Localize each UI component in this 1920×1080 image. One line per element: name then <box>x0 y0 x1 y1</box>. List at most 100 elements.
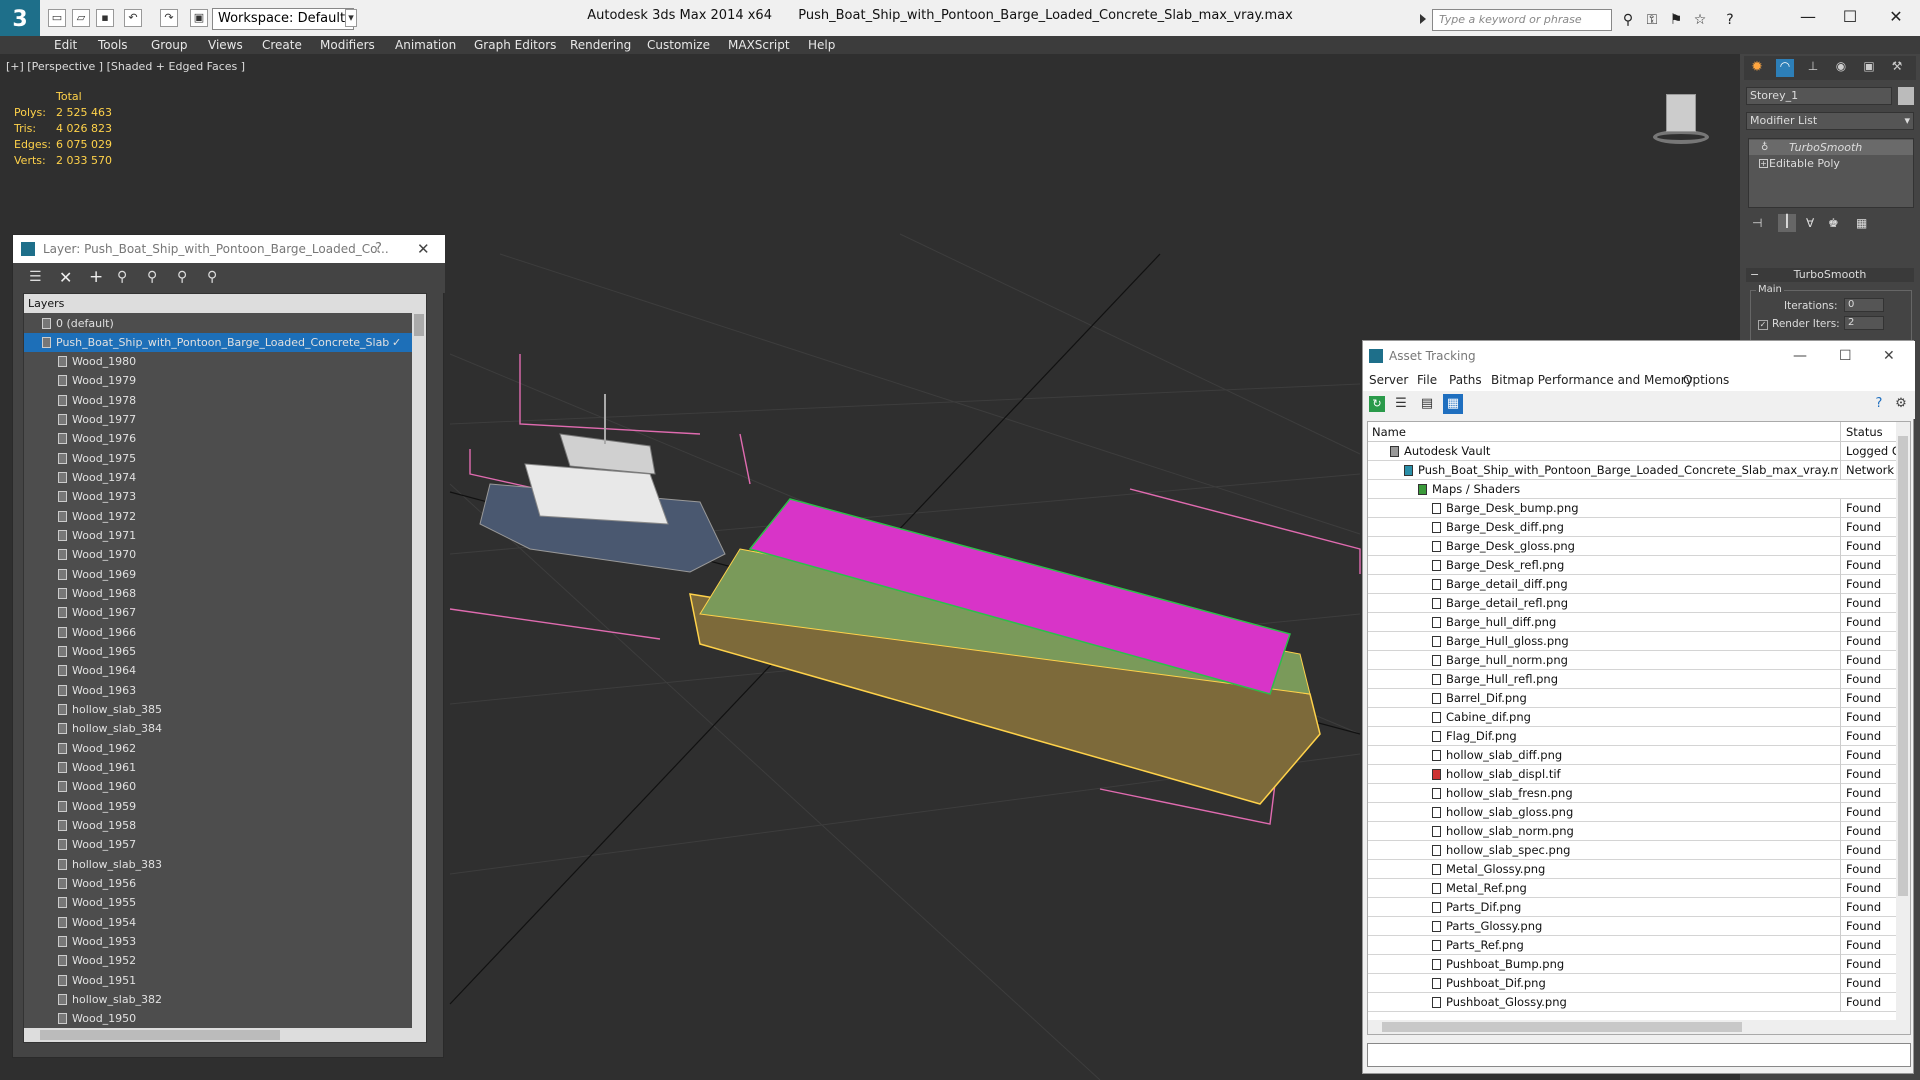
highlight-layer-icon[interactable]: ⚲ <box>147 269 157 285</box>
menu-rendering[interactable]: Rendering <box>570 36 631 54</box>
asset-file-row[interactable]: Metal_Ref.png Found <box>1368 879 1896 898</box>
menu-help[interactable]: Help <box>808 36 835 54</box>
asset-file-row[interactable]: Barge_hull_norm.png Found <box>1368 651 1896 670</box>
display-tab-icon[interactable]: ▣ <box>1860 59 1878 77</box>
asset-file-row[interactable]: Barge_Hull_refl.png Found <box>1368 670 1896 689</box>
list-view-icon[interactable]: ☰ <box>1393 396 1409 412</box>
table-view-icon[interactable]: ▦ <box>1443 394 1463 414</box>
render-iters-spinner[interactable]: 2 <box>1844 316 1884 330</box>
stack-item-editable-poly[interactable]: Editable Poly <box>1749 156 1913 171</box>
app-logo-icon[interactable]: 3 <box>0 0 40 40</box>
asset-file-row[interactable]: Barge_Desk_gloss.png Found <box>1368 537 1896 556</box>
layer-child-row[interactable]: Wood_1964 <box>24 661 412 680</box>
layer-child-row[interactable]: Wood_1963 <box>24 681 412 700</box>
menu-tools[interactable]: Tools <box>98 36 128 54</box>
layer-child-row[interactable]: Wood_1962 <box>24 739 412 758</box>
rollout-turbosmooth-header[interactable]: − TurboSmooth <box>1746 268 1914 282</box>
expand-plus-icon[interactable]: + <box>1759 159 1768 168</box>
layer-child-row[interactable]: Wood_1955 <box>24 893 412 912</box>
remove-modifier-icon[interactable]: ♚ <box>1828 216 1839 230</box>
layer-child-row[interactable]: Wood_1979 <box>24 371 412 390</box>
undo-icon[interactable]: ↶ <box>124 9 142 27</box>
asset-file-row[interactable]: Flag_Dif.png Found <box>1368 727 1896 746</box>
hide-all-icon[interactable]: ⚲ <box>177 269 187 285</box>
asset-file-row[interactable]: hollow_slab_displ.tif Found <box>1368 765 1896 784</box>
layer-child-row[interactable]: Wood_1957 <box>24 835 412 854</box>
asset-menu-server[interactable]: Server <box>1369 373 1408 387</box>
project-folder-icon[interactable]: ▣ <box>190 9 208 27</box>
asset-window-title[interactable]: Asset Tracking — ☐ ✕ <box>1363 341 1915 371</box>
layer-child-row[interactable]: Wood_1951 <box>24 971 412 990</box>
menu-views[interactable]: Views <box>208 36 243 54</box>
h-scrollbar-thumb[interactable] <box>40 1030 280 1040</box>
asset-menu-options[interactable]: Options <box>1683 373 1729 387</box>
binoculars-icon[interactable]: ⚲ <box>1618 10 1638 30</box>
asset-file-row[interactable]: Barge_Hull_gloss.png Found <box>1368 632 1896 651</box>
layer-child-row[interactable]: Wood_1966 <box>24 623 412 642</box>
utilities-tab-icon[interactable]: ⚒ <box>1888 59 1906 77</box>
layer-child-row[interactable]: Wood_1956 <box>24 874 412 893</box>
close-icon[interactable]: ✕ <box>417 235 430 263</box>
menu-customize[interactable]: Customize <box>647 36 710 54</box>
open-file-icon[interactable]: ▱ <box>72 9 90 27</box>
pin-stack-icon[interactable]: ⊣ <box>1752 216 1762 230</box>
asset-path-field[interactable] <box>1367 1043 1911 1067</box>
layer-child-row[interactable]: Wood_1960 <box>24 777 412 796</box>
asset-file-row[interactable]: Parts_Glossy.png Found <box>1368 917 1896 936</box>
asset-file-row[interactable]: hollow_slab_diff.png Found <box>1368 746 1896 765</box>
asset-file-row[interactable]: Pushboat_Bump.png Found <box>1368 955 1896 974</box>
layer-child-row[interactable]: hollow_slab_385 <box>24 700 412 719</box>
layer-child-row[interactable]: Wood_1975 <box>24 449 412 468</box>
minimize-icon[interactable]: — <box>1793 341 1807 371</box>
layer-child-row[interactable]: Wood_1958 <box>24 816 412 835</box>
asset-file-row[interactable]: hollow_slab_spec.png Found <box>1368 841 1896 860</box>
menu-graph-editors[interactable]: Graph Editors <box>474 36 556 54</box>
layer-child-row[interactable]: hollow_slab_382 <box>24 990 412 1009</box>
layer-window-title[interactable]: Layer: Push_Boat_Ship_with_Pontoon_Barge… <box>13 235 445 263</box>
show-end-result-icon[interactable]: ┃ <box>1778 214 1796 232</box>
layer-child-row[interactable]: Wood_1978 <box>24 391 412 410</box>
close-icon[interactable]: ✕ <box>1876 4 1916 30</box>
menu-animation[interactable]: Animation <box>395 36 456 54</box>
lightbulb-icon[interactable]: ♁ <box>1761 142 1768 153</box>
motion-tab-icon[interactable]: ◉ <box>1832 59 1850 77</box>
help-icon[interactable]: ? <box>1871 396 1887 412</box>
communication-icon[interactable]: ⚑ <box>1666 10 1686 30</box>
layer-child-row[interactable]: Wood_1973 <box>24 487 412 506</box>
vertical-scrollbar[interactable] <box>412 294 426 1042</box>
star-icon[interactable]: ☆ <box>1690 10 1710 30</box>
layer-selected-row[interactable]: Push_Boat_Ship_with_Pontoon_Barge_Loaded… <box>24 333 412 352</box>
create-layer-icon[interactable]: ☰ <box>29 269 42 285</box>
scrollbar-thumb[interactable] <box>414 314 424 336</box>
active-layer-check-icon[interactable]: ✓ <box>392 333 401 352</box>
layer-child-row[interactable]: Wood_1968 <box>24 584 412 603</box>
create-tab-icon[interactable]: ✹ <box>1748 59 1766 77</box>
layer-child-row[interactable]: Wood_1967 <box>24 603 412 622</box>
layer-list[interactable]: Layers 0 (default) Push_Boat_Ship_with_Po… <box>23 293 427 1043</box>
hierarchy-tab-icon[interactable]: ⊥ <box>1804 59 1822 77</box>
asset-file-row[interactable]: Barge_Desk_bump.png Found <box>1368 499 1896 518</box>
key-icon[interactable]: ⚿ <box>1642 10 1662 30</box>
layer-child-row[interactable]: Wood_1953 <box>24 932 412 951</box>
configure-sets-icon[interactable]: ▦ <box>1856 216 1867 230</box>
asset-menu-file[interactable]: File <box>1417 373 1437 387</box>
horizontal-scrollbar[interactable] <box>24 1028 412 1042</box>
asset-file-row[interactable]: Barge_hull_diff.png Found <box>1368 613 1896 632</box>
layer-child-row[interactable]: Wood_1954 <box>24 913 412 932</box>
layers-column-header[interactable]: Layers <box>24 294 412 313</box>
layer-child-row[interactable]: Wood_1950 <box>24 1009 412 1028</box>
save-file-icon[interactable]: ▪ <box>96 9 114 27</box>
asset-file-row[interactable]: Pushboat_Dif.png Found <box>1368 974 1896 993</box>
chevron-down-icon[interactable]: ▾ <box>345 9 357 27</box>
col-status-header[interactable]: Status <box>1840 422 1883 442</box>
asset-file-row[interactable]: Barrel_Dif.png Found <box>1368 689 1896 708</box>
asset-file-row[interactable]: Parts_Ref.png Found <box>1368 936 1896 955</box>
asset-file-row[interactable]: hollow_slab_gloss.png Found <box>1368 803 1896 822</box>
asset-file-row[interactable]: Barge_Desk_refl.png Found <box>1368 556 1896 575</box>
vault-row[interactable]: Autodesk Vault Logged O <box>1368 442 1896 461</box>
viewport-label[interactable]: [+] [Perspective ] [Shaded + Edged Faces… <box>6 60 245 73</box>
layer-child-row[interactable]: Wood_1976 <box>24 429 412 448</box>
settings-icon[interactable]: ⚙ <box>1893 396 1909 412</box>
layer-child-row[interactable]: Wood_1965 <box>24 642 412 661</box>
maps-shaders-row[interactable]: Maps / Shaders <box>1368 480 1896 499</box>
